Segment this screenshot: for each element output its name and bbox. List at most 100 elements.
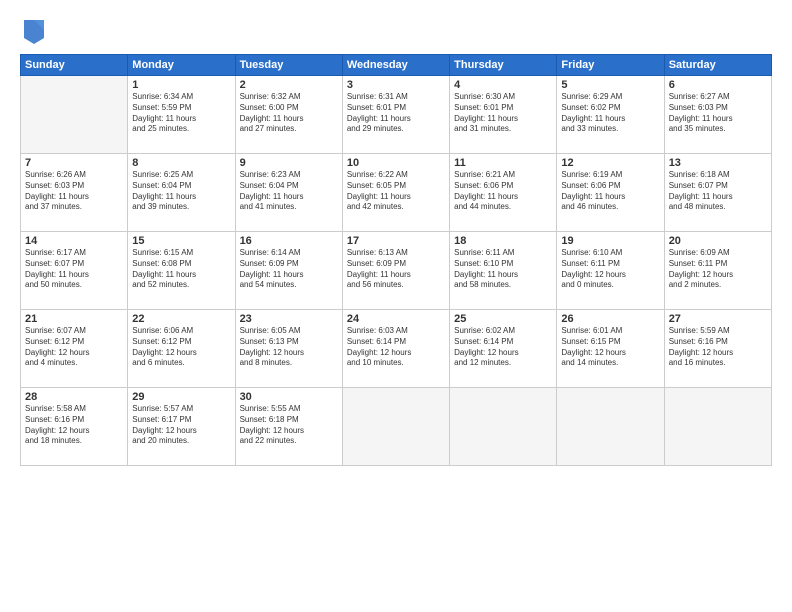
day-number: 8 (132, 157, 230, 169)
day-number: 29 (132, 391, 230, 403)
calendar-cell: 5Sunrise: 6:29 AMSunset: 6:02 PMDaylight… (557, 76, 664, 154)
day-number: 2 (240, 79, 338, 91)
cell-info: Sunrise: 6:26 AMSunset: 6:03 PMDaylight:… (25, 170, 123, 213)
cell-info: Sunrise: 6:17 AMSunset: 6:07 PMDaylight:… (25, 248, 123, 291)
day-number: 13 (669, 157, 767, 169)
calendar-cell: 4Sunrise: 6:30 AMSunset: 6:01 PMDaylight… (450, 76, 557, 154)
calendar-table: SundayMondayTuesdayWednesdayThursdayFrid… (20, 54, 772, 466)
header-sunday: Sunday (21, 55, 128, 76)
calendar-cell (342, 388, 449, 466)
calendar-cell (557, 388, 664, 466)
calendar-cell: 26Sunrise: 6:01 AMSunset: 6:15 PMDayligh… (557, 310, 664, 388)
cell-info: Sunrise: 5:59 AMSunset: 6:16 PMDaylight:… (669, 326, 767, 369)
calendar-cell: 29Sunrise: 5:57 AMSunset: 6:17 PMDayligh… (128, 388, 235, 466)
day-number: 10 (347, 157, 445, 169)
cell-info: Sunrise: 5:57 AMSunset: 6:17 PMDaylight:… (132, 404, 230, 447)
week-row-2: 14Sunrise: 6:17 AMSunset: 6:07 PMDayligh… (21, 232, 772, 310)
calendar-cell: 2Sunrise: 6:32 AMSunset: 6:00 PMDaylight… (235, 76, 342, 154)
calendar-cell: 22Sunrise: 6:06 AMSunset: 6:12 PMDayligh… (128, 310, 235, 388)
cell-info: Sunrise: 6:34 AMSunset: 5:59 PMDaylight:… (132, 92, 230, 135)
day-number: 27 (669, 313, 767, 325)
cell-info: Sunrise: 6:25 AMSunset: 6:04 PMDaylight:… (132, 170, 230, 213)
day-number: 18 (454, 235, 552, 247)
calendar-cell: 20Sunrise: 6:09 AMSunset: 6:11 PMDayligh… (664, 232, 771, 310)
cell-info: Sunrise: 6:29 AMSunset: 6:02 PMDaylight:… (561, 92, 659, 135)
day-number: 16 (240, 235, 338, 247)
calendar-cell: 3Sunrise: 6:31 AMSunset: 6:01 PMDaylight… (342, 76, 449, 154)
cell-info: Sunrise: 6:19 AMSunset: 6:06 PMDaylight:… (561, 170, 659, 213)
day-number: 17 (347, 235, 445, 247)
cell-info: Sunrise: 6:01 AMSunset: 6:15 PMDaylight:… (561, 326, 659, 369)
cell-info: Sunrise: 5:58 AMSunset: 6:16 PMDaylight:… (25, 404, 123, 447)
calendar-cell: 28Sunrise: 5:58 AMSunset: 6:16 PMDayligh… (21, 388, 128, 466)
day-number: 5 (561, 79, 659, 91)
calendar-header-row: SundayMondayTuesdayWednesdayThursdayFrid… (21, 55, 772, 76)
day-number: 23 (240, 313, 338, 325)
calendar-cell: 25Sunrise: 6:02 AMSunset: 6:14 PMDayligh… (450, 310, 557, 388)
week-row-4: 28Sunrise: 5:58 AMSunset: 6:16 PMDayligh… (21, 388, 772, 466)
calendar-cell: 13Sunrise: 6:18 AMSunset: 6:07 PMDayligh… (664, 154, 771, 232)
week-row-3: 21Sunrise: 6:07 AMSunset: 6:12 PMDayligh… (21, 310, 772, 388)
day-number: 28 (25, 391, 123, 403)
calendar-cell: 30Sunrise: 5:55 AMSunset: 6:18 PMDayligh… (235, 388, 342, 466)
cell-info: Sunrise: 6:03 AMSunset: 6:14 PMDaylight:… (347, 326, 445, 369)
calendar-cell: 19Sunrise: 6:10 AMSunset: 6:11 PMDayligh… (557, 232, 664, 310)
calendar-cell: 23Sunrise: 6:05 AMSunset: 6:13 PMDayligh… (235, 310, 342, 388)
header-tuesday: Tuesday (235, 55, 342, 76)
cell-info: Sunrise: 6:02 AMSunset: 6:14 PMDaylight:… (454, 326, 552, 369)
header-monday: Monday (128, 55, 235, 76)
calendar-cell: 24Sunrise: 6:03 AMSunset: 6:14 PMDayligh… (342, 310, 449, 388)
header-thursday: Thursday (450, 55, 557, 76)
cell-info: Sunrise: 6:13 AMSunset: 6:09 PMDaylight:… (347, 248, 445, 291)
cell-info: Sunrise: 6:14 AMSunset: 6:09 PMDaylight:… (240, 248, 338, 291)
calendar-cell: 14Sunrise: 6:17 AMSunset: 6:07 PMDayligh… (21, 232, 128, 310)
cell-info: Sunrise: 5:55 AMSunset: 6:18 PMDaylight:… (240, 404, 338, 447)
day-number: 12 (561, 157, 659, 169)
day-number: 22 (132, 313, 230, 325)
day-number: 1 (132, 79, 230, 91)
cell-info: Sunrise: 6:15 AMSunset: 6:08 PMDaylight:… (132, 248, 230, 291)
cell-info: Sunrise: 6:32 AMSunset: 6:00 PMDaylight:… (240, 92, 338, 135)
header-wednesday: Wednesday (342, 55, 449, 76)
cell-info: Sunrise: 6:05 AMSunset: 6:13 PMDaylight:… (240, 326, 338, 369)
day-number: 3 (347, 79, 445, 91)
day-number: 6 (669, 79, 767, 91)
logo-icon (22, 16, 46, 44)
calendar-cell: 6Sunrise: 6:27 AMSunset: 6:03 PMDaylight… (664, 76, 771, 154)
day-number: 30 (240, 391, 338, 403)
calendar-cell: 27Sunrise: 5:59 AMSunset: 6:16 PMDayligh… (664, 310, 771, 388)
day-number: 9 (240, 157, 338, 169)
day-number: 24 (347, 313, 445, 325)
cell-info: Sunrise: 6:06 AMSunset: 6:12 PMDaylight:… (132, 326, 230, 369)
header (20, 16, 772, 44)
cell-info: Sunrise: 6:11 AMSunset: 6:10 PMDaylight:… (454, 248, 552, 291)
cell-info: Sunrise: 6:22 AMSunset: 6:05 PMDaylight:… (347, 170, 445, 213)
day-number: 14 (25, 235, 123, 247)
header-saturday: Saturday (664, 55, 771, 76)
week-row-1: 7Sunrise: 6:26 AMSunset: 6:03 PMDaylight… (21, 154, 772, 232)
day-number: 15 (132, 235, 230, 247)
calendar-cell: 16Sunrise: 6:14 AMSunset: 6:09 PMDayligh… (235, 232, 342, 310)
cell-info: Sunrise: 6:07 AMSunset: 6:12 PMDaylight:… (25, 326, 123, 369)
calendar-cell: 12Sunrise: 6:19 AMSunset: 6:06 PMDayligh… (557, 154, 664, 232)
calendar-cell: 1Sunrise: 6:34 AMSunset: 5:59 PMDaylight… (128, 76, 235, 154)
calendar-cell (450, 388, 557, 466)
logo (20, 16, 46, 44)
calendar-cell: 17Sunrise: 6:13 AMSunset: 6:09 PMDayligh… (342, 232, 449, 310)
day-number: 25 (454, 313, 552, 325)
cell-info: Sunrise: 6:18 AMSunset: 6:07 PMDaylight:… (669, 170, 767, 213)
header-friday: Friday (557, 55, 664, 76)
calendar-cell: 7Sunrise: 6:26 AMSunset: 6:03 PMDaylight… (21, 154, 128, 232)
calendar-cell: 8Sunrise: 6:25 AMSunset: 6:04 PMDaylight… (128, 154, 235, 232)
calendar-cell: 10Sunrise: 6:22 AMSunset: 6:05 PMDayligh… (342, 154, 449, 232)
calendar-cell: 21Sunrise: 6:07 AMSunset: 6:12 PMDayligh… (21, 310, 128, 388)
cell-info: Sunrise: 6:23 AMSunset: 6:04 PMDaylight:… (240, 170, 338, 213)
calendar-cell: 11Sunrise: 6:21 AMSunset: 6:06 PMDayligh… (450, 154, 557, 232)
calendar-cell: 18Sunrise: 6:11 AMSunset: 6:10 PMDayligh… (450, 232, 557, 310)
cell-info: Sunrise: 6:30 AMSunset: 6:01 PMDaylight:… (454, 92, 552, 135)
cell-info: Sunrise: 6:27 AMSunset: 6:03 PMDaylight:… (669, 92, 767, 135)
cell-info: Sunrise: 6:21 AMSunset: 6:06 PMDaylight:… (454, 170, 552, 213)
page: SundayMondayTuesdayWednesdayThursdayFrid… (0, 0, 792, 612)
cell-info: Sunrise: 6:10 AMSunset: 6:11 PMDaylight:… (561, 248, 659, 291)
calendar-cell: 9Sunrise: 6:23 AMSunset: 6:04 PMDaylight… (235, 154, 342, 232)
